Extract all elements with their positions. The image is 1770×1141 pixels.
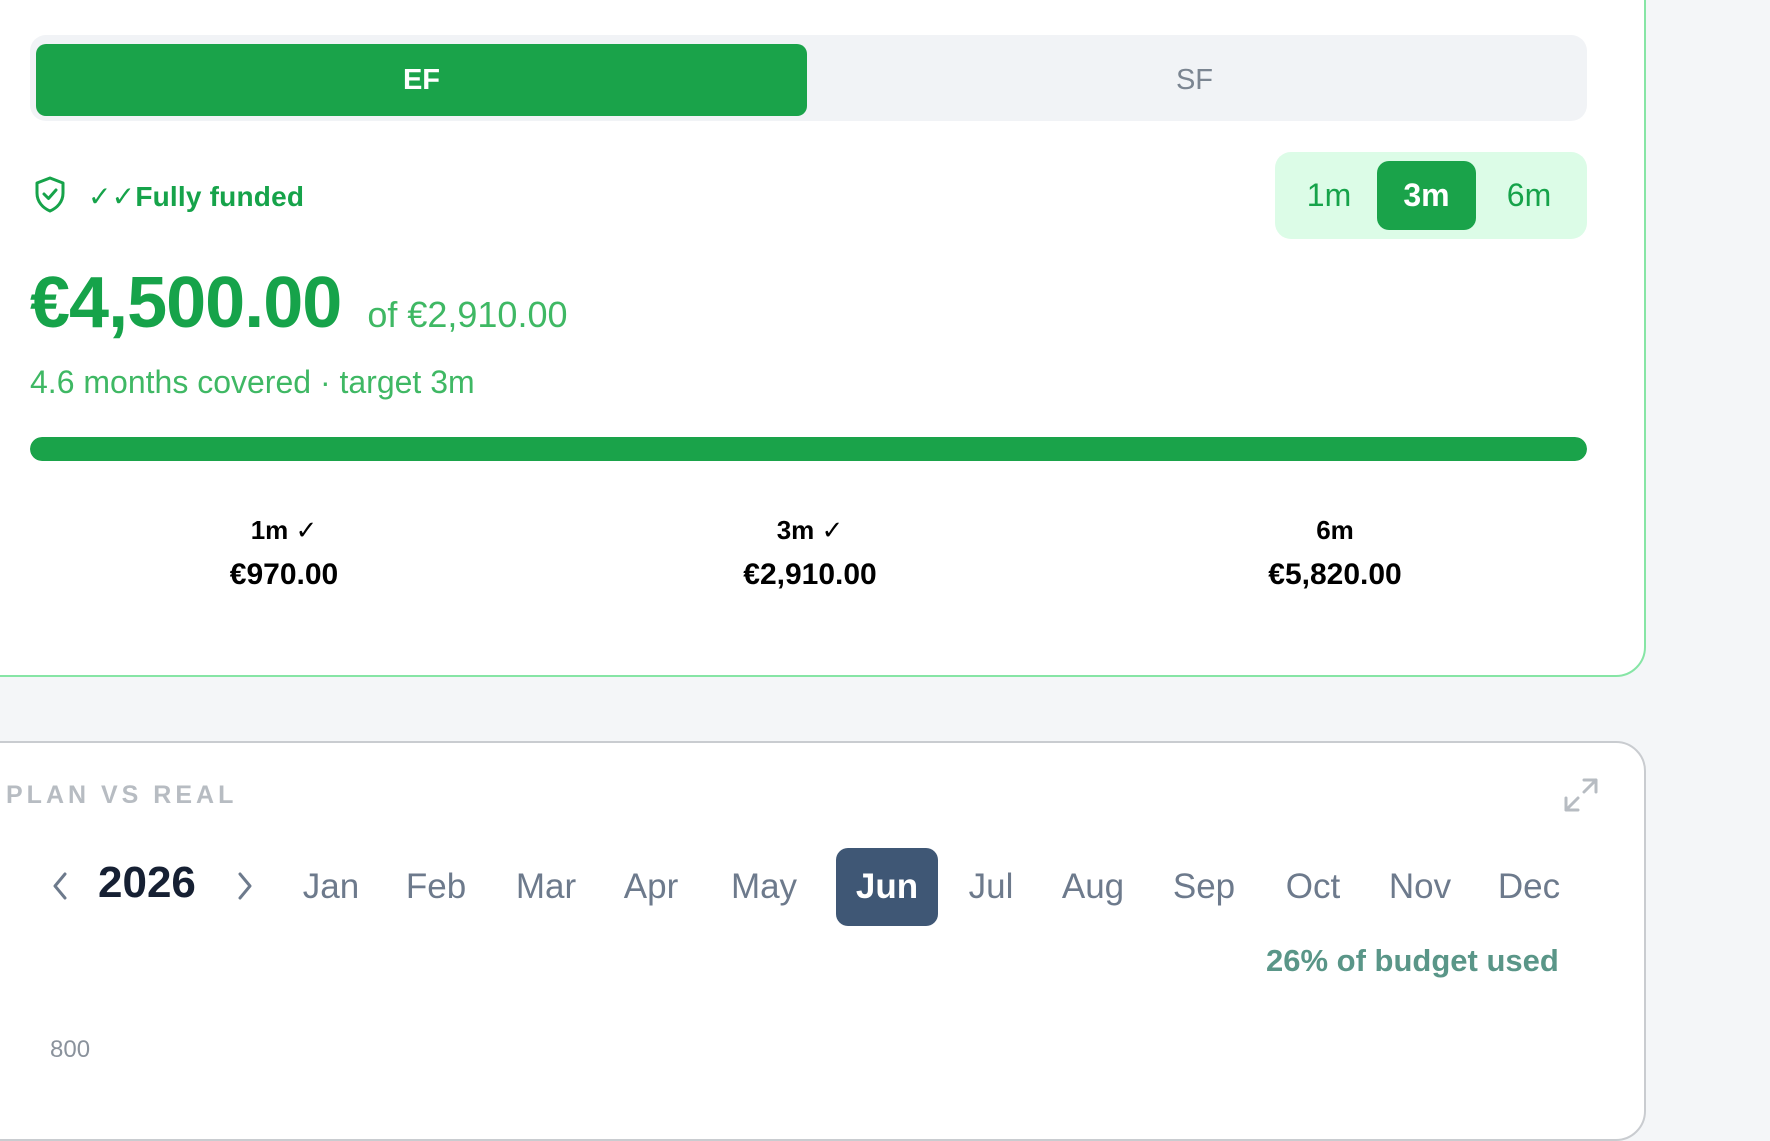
balance-amount: €4,500.00	[30, 263, 342, 343]
previous-year-button[interactable]	[45, 868, 75, 908]
milestone-value: €5,820.00	[1268, 558, 1402, 591]
budget-used-text: 26% of budget used	[1266, 943, 1559, 978]
milestone-6m: 6m €5,820.00	[1081, 491, 1589, 616]
month-sep[interactable]: Sep	[1160, 848, 1248, 926]
balance-row: €4,500.00 of €2,910.00	[30, 262, 568, 344]
milestone-label: 1m ✓	[250, 515, 318, 545]
funding-status: ✓✓Fully funded	[30, 174, 304, 218]
progress-bar	[30, 437, 1587, 461]
year-label: 2026	[98, 858, 196, 907]
section-title: PLAN VS REAL	[6, 781, 238, 809]
milestone-value: €970.00	[229, 558, 339, 591]
plan-vs-real-card	[0, 741, 1646, 1141]
coverage-text: 4.6 months covered · target 3m	[30, 364, 475, 400]
milestone-label: 6m	[1316, 515, 1354, 545]
y-axis-tick: 800	[50, 1036, 91, 1063]
month-oct[interactable]: Oct	[1268, 848, 1358, 926]
target-amount: of €2,910.00	[367, 294, 568, 335]
month-jun[interactable]: Jun	[836, 848, 938, 926]
milestone-label: 3m ✓	[776, 515, 844, 545]
month-may[interactable]: May	[716, 848, 812, 926]
period-1m-button[interactable]: 1m	[1283, 161, 1375, 230]
shield-check-icon	[30, 174, 70, 219]
tab-sf[interactable]: SF	[809, 44, 1580, 116]
month-nov[interactable]: Nov	[1376, 848, 1464, 926]
month-dec[interactable]: Dec	[1484, 848, 1574, 926]
chevron-left-icon	[50, 870, 70, 907]
chevron-right-icon	[235, 870, 255, 907]
month-jan[interactable]: Jan	[290, 848, 372, 926]
milestone-3m: 3m ✓ €2,910.00	[556, 491, 1064, 616]
period-6m-button[interactable]: 6m	[1479, 161, 1579, 230]
fund-type-selector: EF SF	[30, 35, 1587, 121]
status-label: ✓✓Fully funded	[88, 180, 305, 212]
milestones: 1m ✓ €970.00 3m ✓ €2,910.00 6m €5,820.00	[30, 491, 1587, 616]
coverage-period-selector: 1m 3m 6m	[1275, 152, 1587, 239]
expand-icon[interactable]	[1562, 776, 1600, 814]
month-feb[interactable]: Feb	[394, 848, 478, 926]
next-year-button[interactable]	[230, 868, 260, 908]
milestone-value: €2,910.00	[743, 558, 877, 591]
tab-ef[interactable]: EF	[36, 44, 807, 116]
milestone-1m: 1m ✓ €970.00	[30, 491, 538, 616]
month-apr[interactable]: Apr	[608, 848, 694, 926]
month-jul[interactable]: Jul	[956, 848, 1026, 926]
progress-bar-fill	[30, 437, 1587, 461]
month-mar[interactable]: Mar	[500, 848, 592, 926]
period-3m-button[interactable]: 3m	[1377, 161, 1476, 230]
month-aug[interactable]: Aug	[1050, 848, 1136, 926]
